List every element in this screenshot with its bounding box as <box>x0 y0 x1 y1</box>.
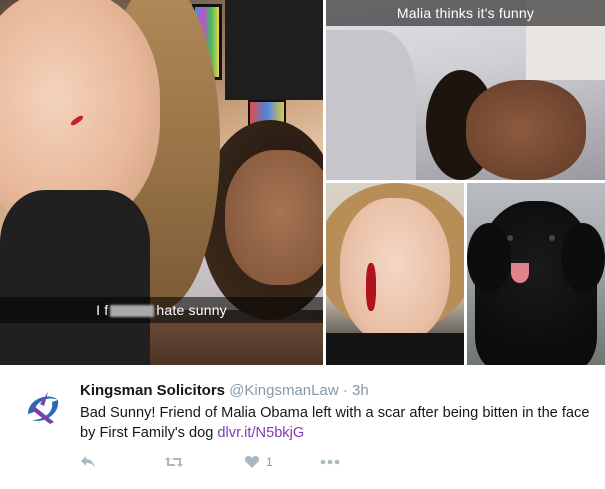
dog-tongue <box>511 263 529 283</box>
tweet-media: I f hate sunny Malia thinks it's funny <box>0 0 605 365</box>
reply-icon <box>81 456 95 468</box>
photo-caption: Malia thinks it's funny <box>326 0 605 26</box>
retweet-icon <box>165 457 183 467</box>
tweet-actions: 1 <box>80 452 380 472</box>
tweet-header: Kingsman Solicitors @KingsmanLaw · 3h <box>80 382 369 399</box>
tweet-text: Bad Sunny! Friend of Malia Obama left wi… <box>80 405 590 441</box>
more-button[interactable] <box>320 452 340 472</box>
media-photo-injury[interactable] <box>326 183 464 365</box>
media-photo-selfie[interactable]: I f hate sunny <box>0 0 323 365</box>
photo-caption: I f hate sunny <box>0 297 323 323</box>
kingsman-logo-icon <box>28 392 59 424</box>
reply-button[interactable] <box>80 452 96 472</box>
tweet-link[interactable]: dlvr.it/N5bkjG <box>217 425 304 441</box>
like-count: 1 <box>266 455 273 469</box>
tweet: Kingsman Solicitors @KingsmanLaw · 3h Ba… <box>0 370 605 489</box>
more-icon <box>320 459 340 465</box>
retweet-button[interactable] <box>164 452 184 472</box>
like-button[interactable]: 1 <box>244 452 273 472</box>
tweet-timestamp[interactable]: 3h <box>352 382 369 399</box>
author-name[interactable]: Kingsman Solicitors <box>80 382 225 399</box>
like-icon <box>244 456 260 468</box>
avatar[interactable] <box>20 384 66 430</box>
media-photo-dog[interactable] <box>467 183 605 365</box>
media-photo-top-right[interactable]: Malia thinks it's funny <box>326 0 605 180</box>
author-handle[interactable]: @KingsmanLaw <box>229 382 338 399</box>
censor-blur <box>110 305 155 318</box>
